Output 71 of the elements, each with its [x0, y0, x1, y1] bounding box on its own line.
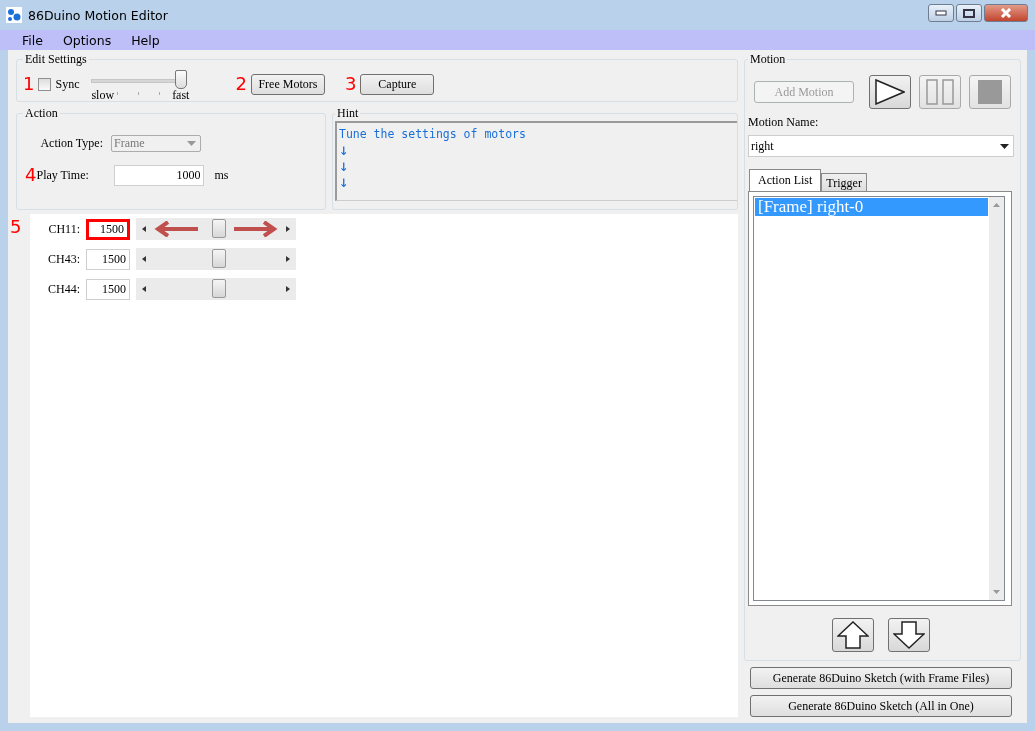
menu-item[interactable]: Help [121, 32, 170, 48]
maximize-button[interactable] [956, 4, 982, 22]
channel-label: CH43: [47, 251, 80, 267]
annotation-arrow-drawing [154, 221, 200, 237]
group-title: Motion [749, 52, 787, 67]
hint-text: ↓ [339, 142, 349, 158]
annotation-number: 5 [10, 218, 23, 239]
left-arrow-icon [142, 286, 146, 292]
annotation-number: 2 [235, 75, 247, 93]
play-time-field[interactable]: 1000 [114, 164, 205, 186]
play-button[interactable] [869, 75, 911, 109]
channel-value-field[interactable]: 1500 [86, 218, 130, 240]
fast-label: fast [172, 88, 190, 101]
channel-label: CH11: [47, 221, 80, 237]
slow-label: slow [91, 88, 115, 101]
down-arrow-icon [993, 590, 1000, 594]
free-motors-button[interactable]: Free Motors [250, 73, 325, 95]
up-arrow-icon [837, 621, 869, 649]
hint-text: Tune the settings of motors [339, 126, 526, 142]
channel-label: CH44: [47, 281, 80, 297]
channel-slider[interactable] [136, 218, 296, 240]
move-up-button[interactable] [832, 618, 874, 652]
play-icon [875, 79, 905, 105]
left-arrow-icon [142, 226, 146, 232]
annotation-number: 4 [25, 166, 37, 184]
tab[interactable]: Action List [749, 169, 822, 191]
hint-text: ↓ [339, 158, 349, 174]
up-arrow-icon [993, 203, 1000, 207]
channel-value-field[interactable]: 1500 [86, 278, 130, 300]
right-arrow-icon [286, 286, 290, 292]
motion-name-label: Motion Name: [748, 115, 820, 130]
group-title: Edit Settings [24, 52, 88, 67]
action-type-dropdown[interactable]: Frame [111, 134, 201, 152]
play-time-label: Play Time: [36, 167, 90, 183]
close-button[interactable] [984, 4, 1028, 22]
channel-value-field[interactable]: 1500 [86, 248, 130, 270]
annotation-number: 3 [344, 75, 357, 93]
annotation-arrow-drawing [232, 221, 278, 237]
group-title: Hint [336, 106, 360, 121]
close-icon [1000, 8, 1012, 18]
motion-name-dropdown[interactable]: right [748, 135, 1014, 157]
right-arrow-icon [286, 256, 290, 262]
down-arrow-icon [893, 621, 925, 649]
unit-label: ms [214, 167, 229, 183]
action-type-label: Action Type: [39, 135, 103, 151]
caret-icon [1000, 143, 1009, 149]
scrollbar[interactable] [989, 197, 1004, 600]
hint-text: ↓ [339, 174, 349, 190]
sync-label: Sync [55, 76, 80, 92]
app-logo-icon [6, 7, 22, 23]
pause-icon [926, 79, 954, 105]
generate-sketch-button[interactable]: Generate 86Duino Sketch (with Frame Files) [750, 667, 1012, 689]
menu-item[interactable]: File [12, 32, 53, 48]
annotation-number: 1 [23, 75, 35, 93]
generate-sketch-button[interactable]: Generate 86Duino Sketch (All in One) [750, 695, 1012, 717]
minimize-button[interactable] [928, 4, 954, 22]
channel-slider[interactable] [136, 248, 296, 270]
left-arrow-icon [142, 256, 146, 262]
stop-icon [978, 80, 1002, 104]
sync-checkbox[interactable] [38, 77, 52, 91]
capture-button[interactable]: Capture [360, 73, 435, 95]
minimize-icon [935, 10, 947, 16]
group-title: Action [24, 106, 59, 121]
channel-slider[interactable] [136, 278, 296, 300]
move-down-button[interactable] [888, 618, 930, 652]
tab[interactable]: Trigger [821, 173, 867, 191]
maximize-icon [963, 8, 975, 18]
caret-icon [187, 140, 196, 146]
right-arrow-icon [286, 226, 290, 232]
menu-item[interactable]: Options [52, 32, 122, 48]
window-title: 86Duino Motion Editor [28, 7, 168, 23]
